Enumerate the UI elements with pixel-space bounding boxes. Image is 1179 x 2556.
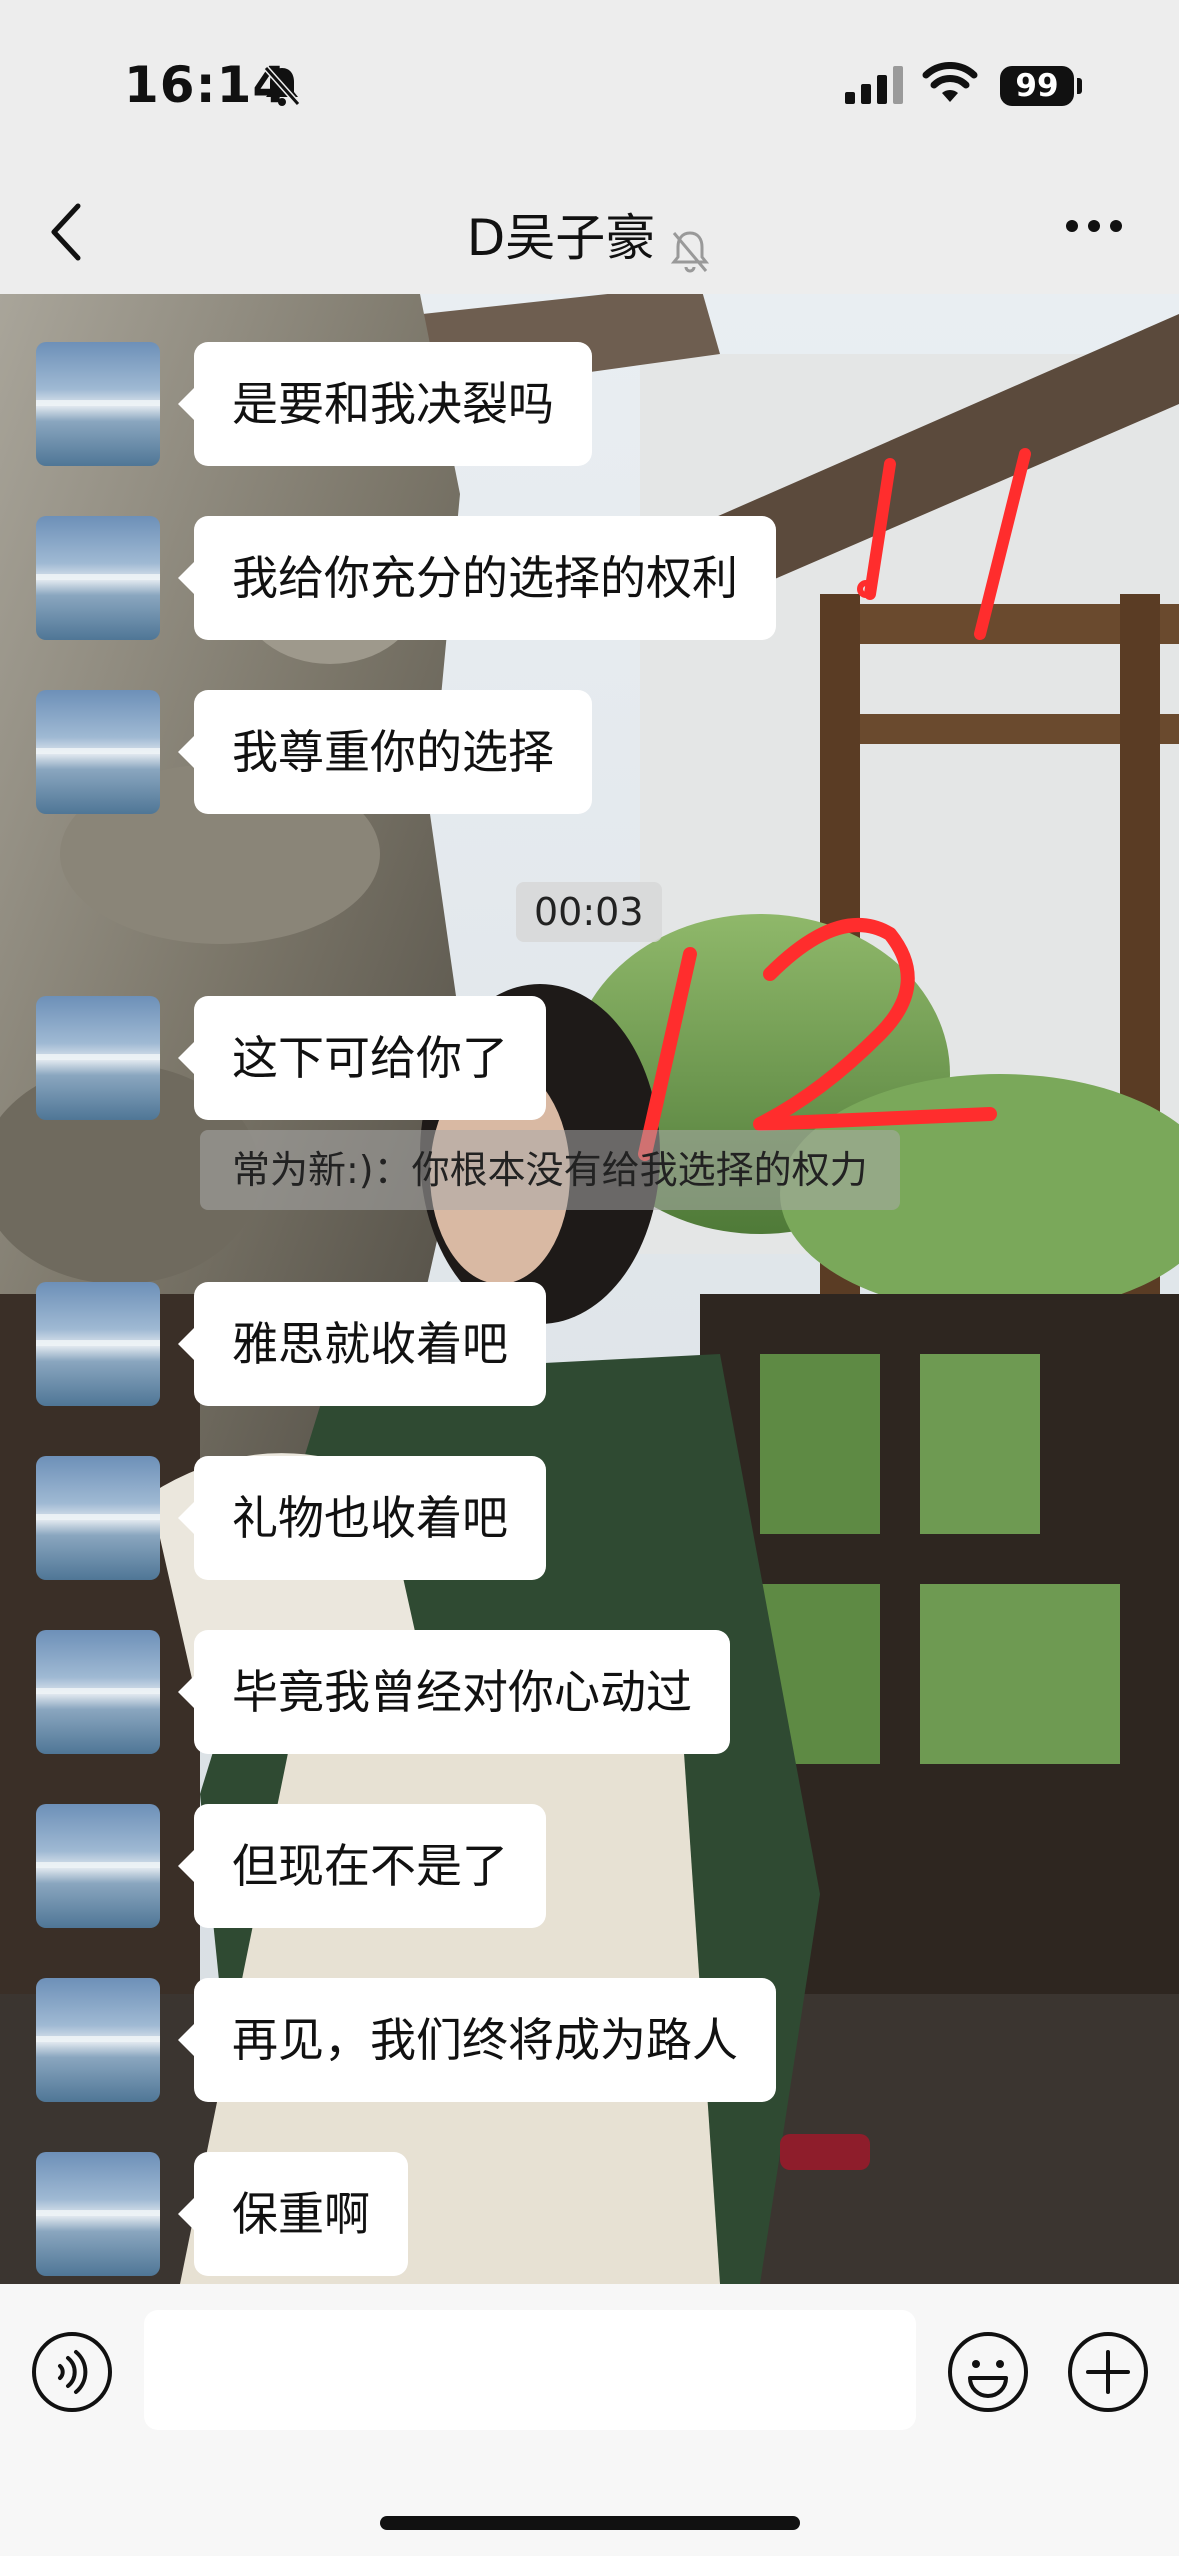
add-more-icon[interactable] bbox=[1066, 2330, 1150, 2414]
contact-avatar[interactable] bbox=[36, 1282, 160, 1406]
message-bubble[interactable]: 这下可给你了 bbox=[178, 996, 546, 1120]
wifi-icon bbox=[922, 62, 978, 102]
message-bubble[interactable]: 再见，我们终将成为路人 bbox=[178, 1978, 776, 2102]
battery-cap bbox=[1077, 78, 1082, 94]
contact-avatar[interactable] bbox=[36, 1456, 160, 1580]
battery-indicator: 99 bbox=[1000, 66, 1074, 106]
chat-title-wrap: D吴子豪 bbox=[0, 198, 1179, 275]
message-timestamp: 00:03 bbox=[516, 882, 662, 942]
contact-avatar[interactable] bbox=[36, 690, 160, 814]
mute-bell-icon bbox=[263, 66, 301, 106]
contact-avatar[interactable] bbox=[36, 2152, 160, 2276]
message-bubble[interactable]: 雅思就收着吧 bbox=[178, 1282, 546, 1406]
contact-avatar[interactable] bbox=[36, 1804, 160, 1928]
system-notice: 常为新:)：你根本没有给我选择的权力 bbox=[200, 1130, 900, 1210]
emoji-icon[interactable] bbox=[946, 2330, 1030, 2414]
input-bar bbox=[0, 2284, 1179, 2556]
contact-avatar[interactable] bbox=[36, 996, 160, 1120]
message-bubble[interactable]: 但现在不是了 bbox=[178, 1804, 546, 1928]
contact-avatar[interactable] bbox=[36, 1630, 160, 1754]
contact-avatar[interactable] bbox=[36, 1978, 160, 2102]
status-bar: 16:14 99 bbox=[0, 0, 1179, 170]
message-bubble[interactable]: 是要和我决裂吗 bbox=[178, 342, 592, 466]
message-bubble[interactable]: 毕竟我曾经对你心动过 bbox=[178, 1630, 730, 1754]
chat-header: D吴子豪 bbox=[0, 170, 1179, 294]
chat-title: D吴子豪 bbox=[466, 209, 656, 267]
message-input[interactable] bbox=[144, 2310, 916, 2430]
message-bubble[interactable]: 我给你充分的选择的权利 bbox=[178, 516, 776, 640]
chat-area[interactable]: 是要和我决裂吗 我给你充分的选择的权利 我尊重你的选择 00:03 这下可给你了… bbox=[0, 294, 1179, 2284]
message-bubble[interactable]: 我尊重你的选择 bbox=[178, 690, 592, 814]
muted-bell-icon bbox=[671, 230, 710, 272]
voice-input-icon[interactable] bbox=[30, 2330, 114, 2414]
cellular-signal-icon bbox=[845, 66, 903, 104]
contact-avatar[interactable] bbox=[36, 342, 160, 466]
contact-avatar[interactable] bbox=[36, 516, 160, 640]
home-indicator bbox=[380, 2516, 800, 2530]
message-bubble[interactable]: 保重啊 bbox=[178, 2152, 408, 2276]
more-options-icon[interactable] bbox=[1064, 218, 1124, 234]
message-bubble[interactable]: 礼物也收着吧 bbox=[178, 1456, 546, 1580]
